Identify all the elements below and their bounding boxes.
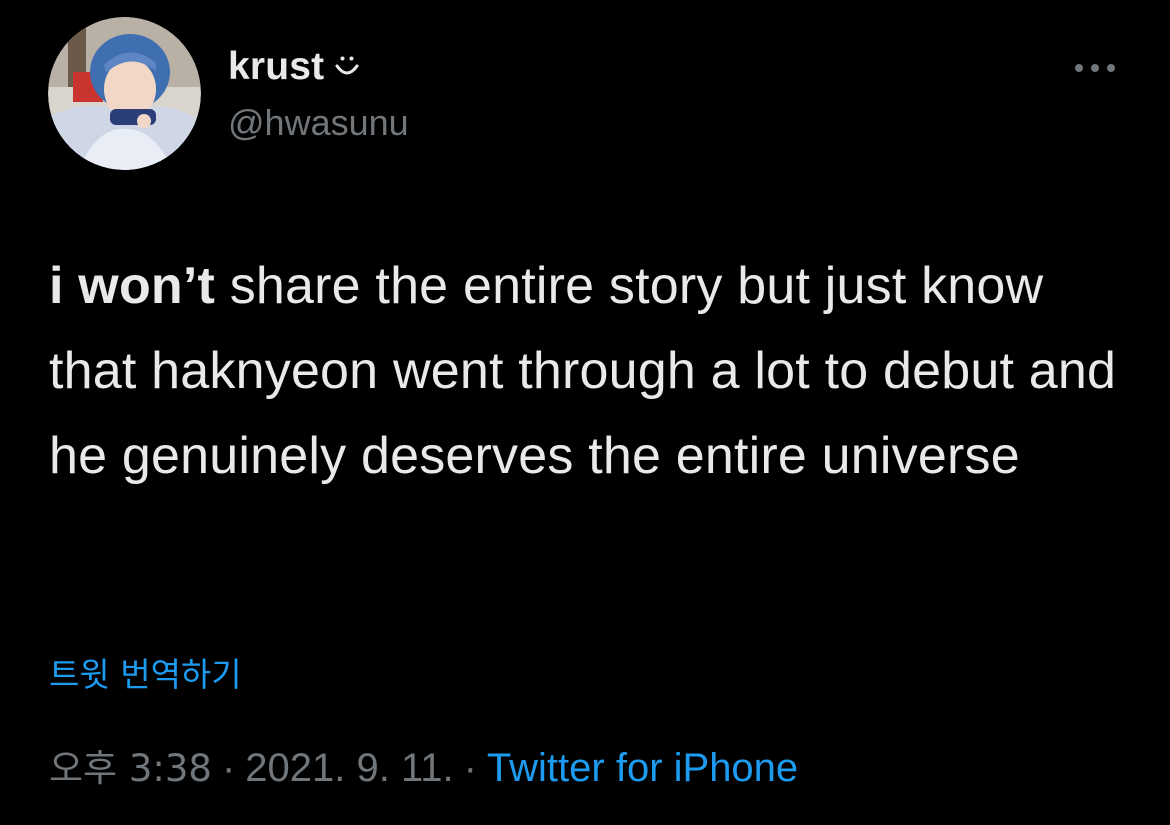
avatar[interactable]: [48, 17, 201, 170]
tweet: krust @hwasunu i won’t share the entire …: [0, 0, 1170, 825]
meta-separator: ·: [221, 746, 236, 790]
author-names: krust @hwasunu: [228, 44, 409, 144]
meta-separator: ·: [463, 746, 477, 790]
display-name[interactable]: krust: [228, 45, 324, 89]
user-handle[interactable]: @hwasunu: [228, 102, 409, 144]
tweet-source-link[interactable]: Twitter for iPhone: [487, 746, 798, 790]
tweet-text: i won’t share the entire story but just …: [49, 244, 1129, 499]
tweet-text-bold: i won’t: [49, 257, 216, 315]
display-name-row: krust: [228, 44, 409, 90]
smile-face-icon: [334, 52, 360, 82]
ellipsis-icon[interactable]: [1070, 58, 1122, 78]
tweet-meta: 오후 3:38 · 2021. 9. 11. · Twitter for iPhone: [49, 738, 798, 792]
tweet-time[interactable]: 오후 3:38: [49, 747, 212, 790]
tweet-date[interactable]: 2021. 9. 11.: [245, 746, 453, 790]
profile-photo: [48, 17, 201, 170]
translate-tweet-link[interactable]: 트윗 번역하기: [49, 648, 242, 696]
